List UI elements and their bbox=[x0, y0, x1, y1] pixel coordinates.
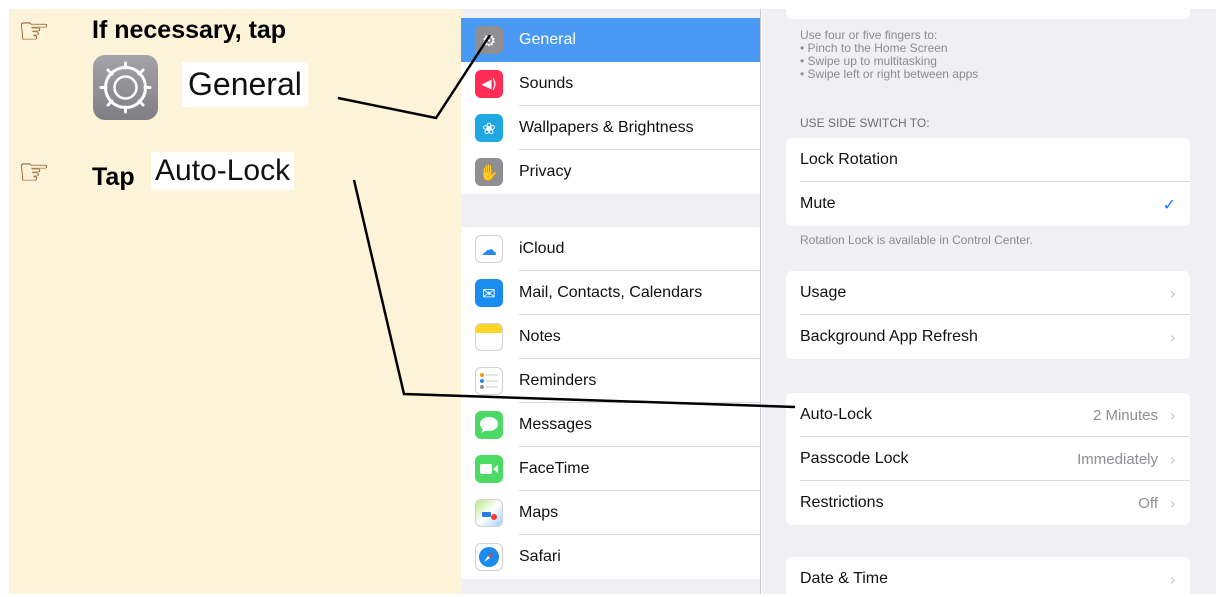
usage-row[interactable]: Usage › bbox=[786, 271, 1190, 315]
cloud-icon: ☁ bbox=[475, 235, 503, 263]
sidebar-item-wallpapers[interactable]: ❀ Wallpapers & Brightness bbox=[461, 106, 760, 150]
sidebar-item-mail[interactable]: ✉ Mail, Contacts, Calendars bbox=[461, 271, 760, 315]
autolock-target-label: Auto-Lock bbox=[151, 152, 295, 190]
checkmark-icon: ✓ bbox=[1162, 194, 1176, 214]
detail-pane: Use four or five fingers to: • Pinch to … bbox=[762, 9, 1216, 594]
row-label: Usage bbox=[800, 284, 847, 301]
sidebar-item-label: Sounds bbox=[519, 75, 574, 92]
sidebar-item-label: Maps bbox=[519, 504, 559, 521]
speaker-icon: ◀) bbox=[475, 70, 503, 98]
sidebar-item-reminders[interactable]: Reminders bbox=[461, 359, 760, 403]
general-target-label: General bbox=[182, 62, 308, 107]
sidebar-item-safari[interactable]: Safari bbox=[461, 535, 760, 579]
pointing-hand-icon: ☞ bbox=[18, 152, 51, 193]
flower-icon: ❀ bbox=[475, 114, 503, 142]
lock-card: Auto-Lock 2 Minutes › Passcode Lock Imme… bbox=[786, 393, 1190, 525]
row-value: Immediately bbox=[1077, 450, 1158, 468]
sidebar-item-maps[interactable]: Maps bbox=[461, 491, 760, 535]
messages-icon bbox=[475, 411, 503, 439]
note-line: • Swipe left or right between apps bbox=[800, 67, 979, 81]
passcode-lock-row[interactable]: Passcode Lock Immediately › bbox=[786, 437, 1190, 481]
row-label: Restrictions bbox=[800, 494, 884, 511]
side-switch-card: Lock Rotation Mute ✓ bbox=[786, 138, 1190, 226]
usage-card: Usage › Background App Refresh › bbox=[786, 271, 1190, 359]
sidebar-item-messages[interactable]: Messages bbox=[461, 403, 760, 447]
date-time-row[interactable]: Date & Time › bbox=[786, 557, 1190, 594]
row-label: Date & Time bbox=[800, 570, 889, 587]
gear-icon bbox=[93, 55, 158, 120]
pointing-hand-icon: ☞ bbox=[18, 11, 51, 52]
multitasking-note: Use four or five fingers to: • Pinch to … bbox=[800, 29, 978, 81]
chevron-right-icon: › bbox=[1169, 493, 1176, 513]
restrictions-row[interactable]: Restrictions Off › bbox=[786, 481, 1190, 525]
facetime-icon bbox=[475, 455, 503, 483]
auto-lock-row[interactable]: Auto-Lock 2 Minutes › bbox=[786, 393, 1190, 437]
sidebar-item-facetime[interactable]: FaceTime bbox=[461, 447, 760, 491]
chevron-right-icon: › bbox=[1169, 327, 1176, 347]
hand-icon: ✋ bbox=[475, 158, 503, 186]
mute-row[interactable]: Mute ✓ bbox=[786, 182, 1190, 226]
lock-rotation-row[interactable]: Lock Rotation bbox=[786, 138, 1190, 182]
sidebar-item-label: Messages bbox=[519, 416, 592, 433]
sidebar-item-privacy[interactable]: ✋ Privacy bbox=[461, 150, 760, 194]
gear-icon: ⚙ bbox=[475, 26, 503, 54]
chevron-right-icon: › bbox=[1169, 283, 1176, 303]
notes-icon bbox=[475, 323, 503, 351]
row-value: Off bbox=[1138, 494, 1158, 512]
side-switch-footer: Rotation Lock is available in Control Ce… bbox=[800, 233, 1033, 247]
maps-icon bbox=[475, 499, 503, 527]
row-value: 2 Minutes bbox=[1092, 406, 1158, 424]
side-switch-header: USE SIDE SWITCH TO: bbox=[800, 116, 930, 130]
row-label: Background App Refresh bbox=[800, 328, 978, 345]
mail-icon: ✉ bbox=[475, 279, 503, 307]
sidebar-item-label: Reminders bbox=[519, 372, 597, 389]
sidebar-item-sounds[interactable]: ◀) Sounds bbox=[461, 62, 760, 106]
sidebar-group-1: ⚙ General ◀) Sounds ❀ Wallpapers & Brigh… bbox=[461, 18, 760, 194]
chevron-right-icon: › bbox=[1169, 569, 1176, 589]
sidebar-item-label: iCloud bbox=[519, 240, 565, 257]
sidebar-item-label: Mail, Contacts, Calendars bbox=[519, 284, 703, 301]
sidebar-item-notes[interactable]: Notes bbox=[461, 315, 760, 359]
row-label: Lock Rotation bbox=[800, 151, 898, 168]
sidebar-item-label: Wallpapers & Brightness bbox=[519, 119, 694, 136]
row-label: Auto-Lock bbox=[800, 406, 873, 423]
top-card-edge bbox=[786, 9, 1190, 19]
sidebar-item-label: Notes bbox=[519, 328, 561, 345]
settings-sidebar: ⚙ General ◀) Sounds ❀ Wallpapers & Brigh… bbox=[461, 9, 761, 594]
sidebar-group-2: ☁ iCloud ✉ Mail, Contacts, Calendars Not… bbox=[461, 227, 760, 579]
row-label: Passcode Lock bbox=[800, 450, 909, 467]
chevron-right-icon: › bbox=[1169, 449, 1176, 469]
sidebar-item-label: Privacy bbox=[519, 163, 572, 180]
sidebar-item-label: General bbox=[519, 31, 576, 48]
step2-text: Tap bbox=[92, 163, 135, 191]
background-app-refresh-row[interactable]: Background App Refresh › bbox=[786, 315, 1190, 359]
chevron-right-icon: › bbox=[1169, 405, 1176, 425]
reminders-icon bbox=[475, 367, 503, 395]
safari-icon bbox=[475, 543, 503, 571]
sidebar-item-label: FaceTime bbox=[519, 460, 590, 477]
row-label: Mute bbox=[800, 195, 836, 212]
sidebar-item-icloud[interactable]: ☁ iCloud bbox=[461, 227, 760, 271]
datetime-card: Date & Time › bbox=[786, 557, 1190, 594]
sidebar-item-general[interactable]: ⚙ General bbox=[461, 18, 760, 62]
sidebar-item-label: Safari bbox=[519, 548, 561, 565]
step1-text: If necessary, tap bbox=[92, 16, 287, 44]
